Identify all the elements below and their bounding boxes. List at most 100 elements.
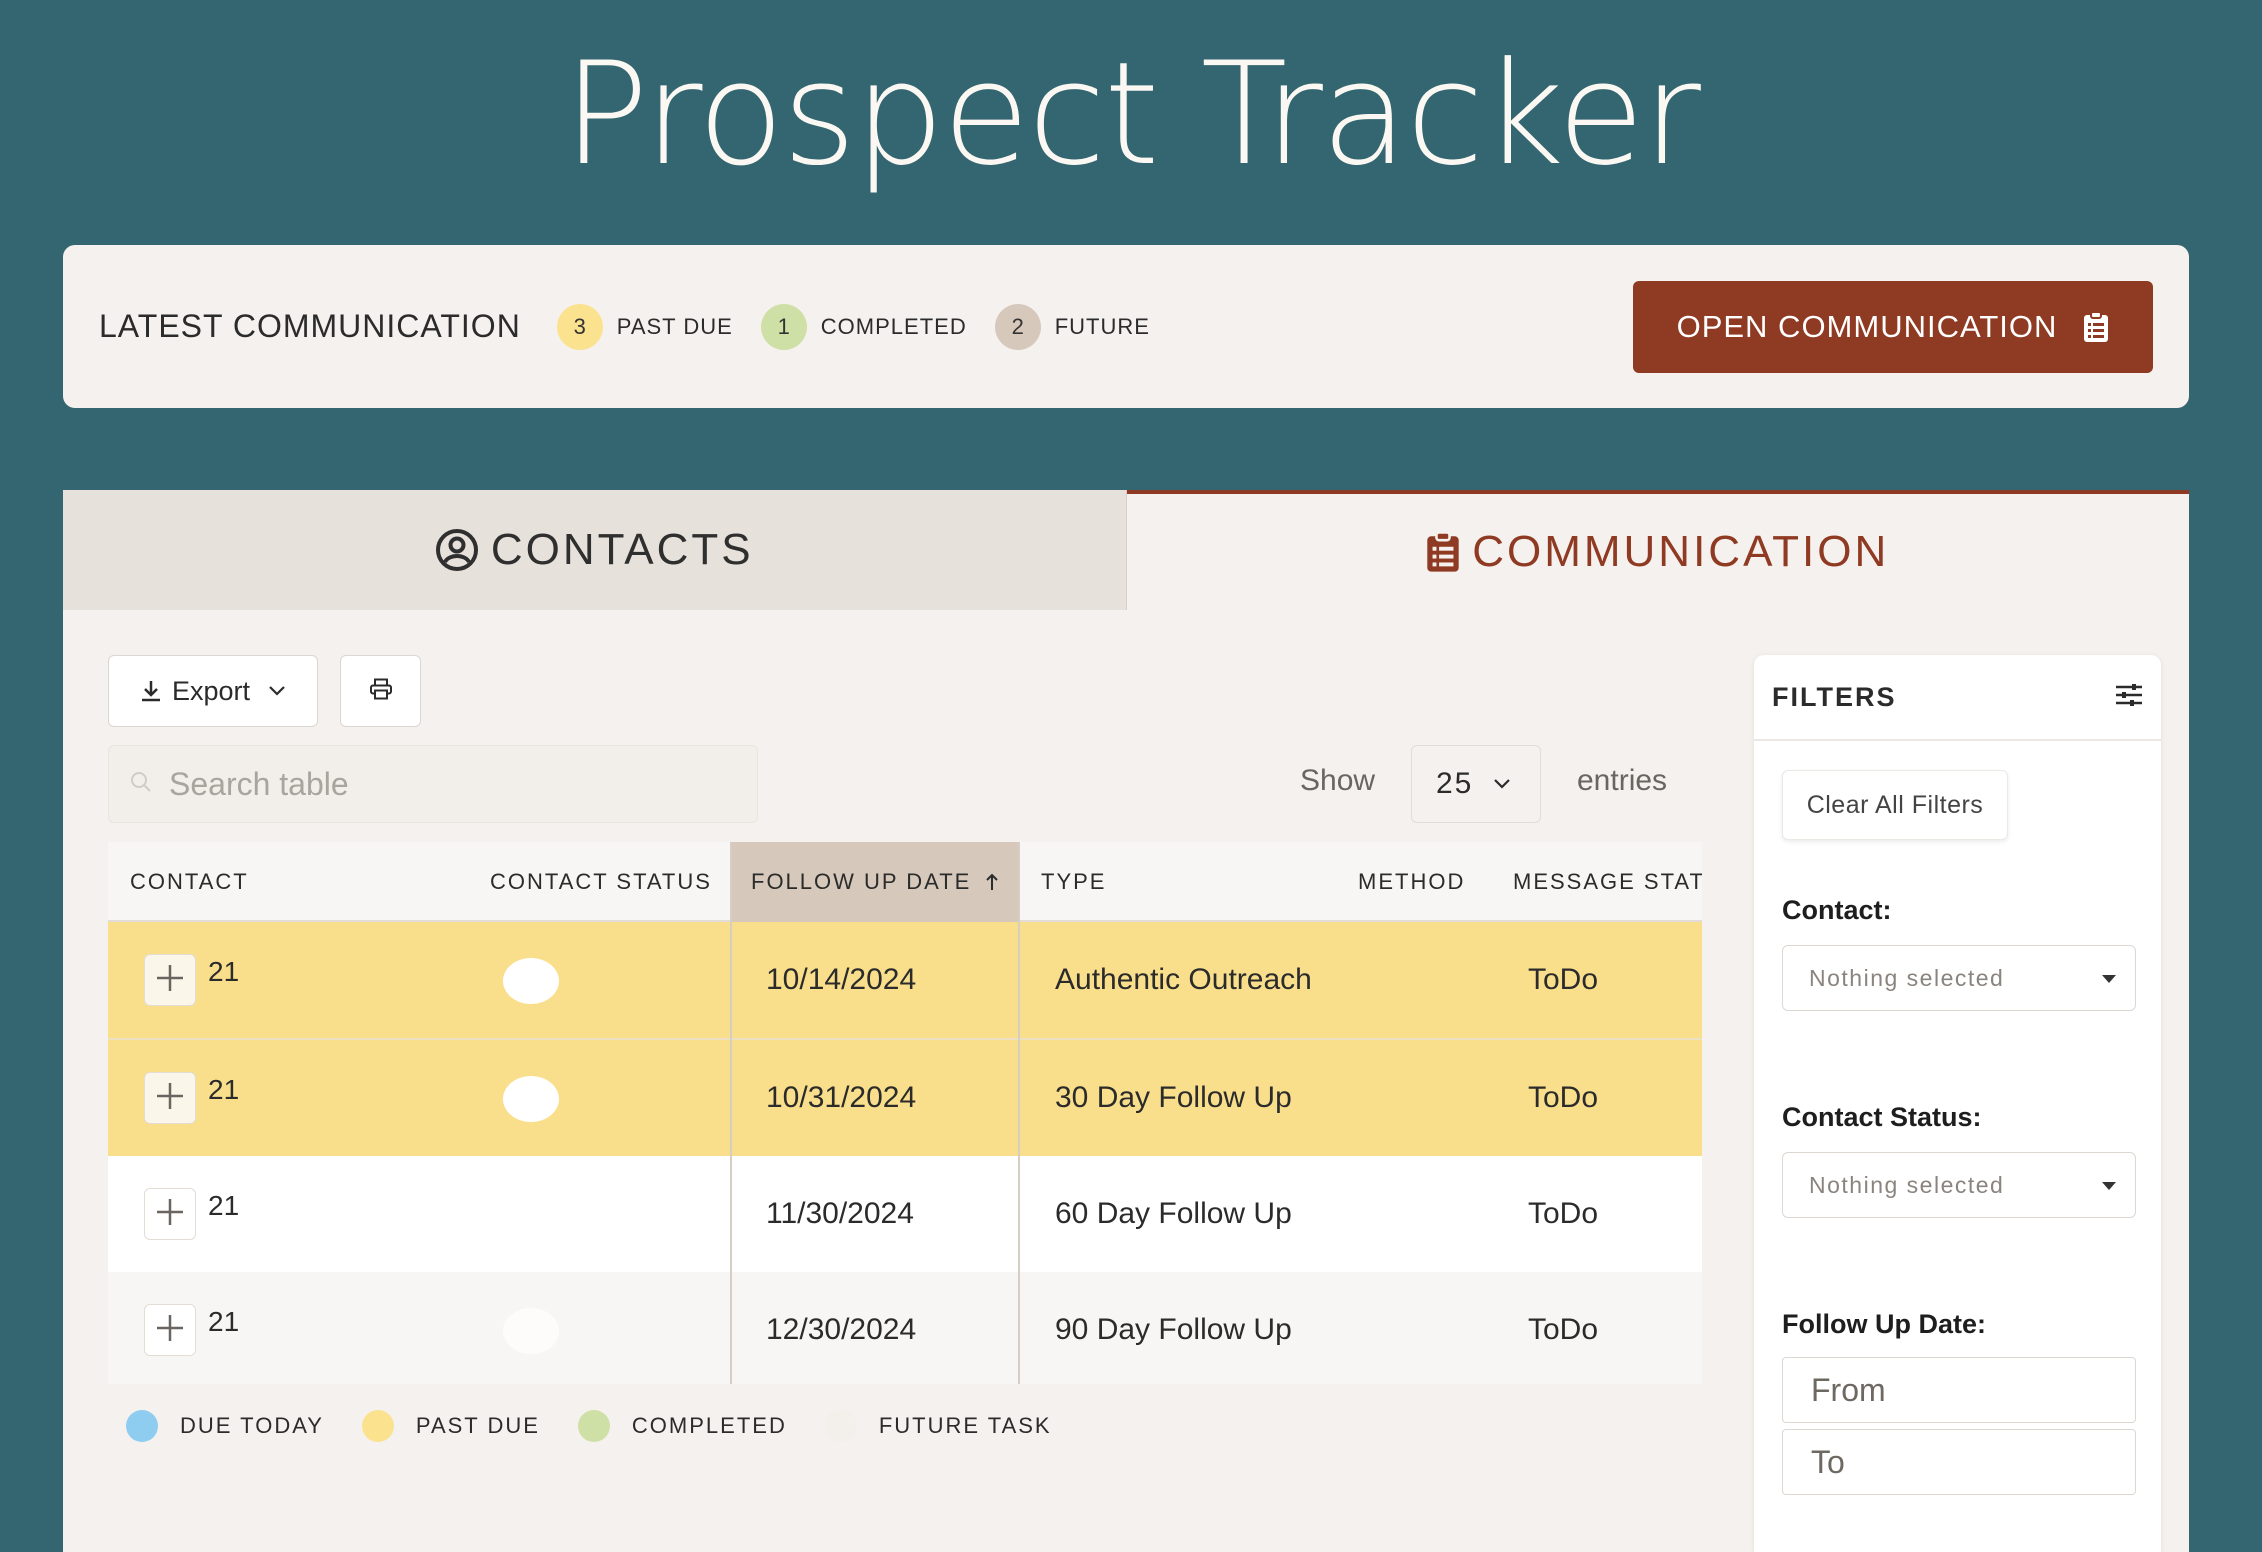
legend-label: DUE TODAY bbox=[180, 1413, 324, 1438]
open-communication-button[interactable]: OPEN COMMUNICATION bbox=[1633, 280, 2153, 373]
export-button[interactable]: Export bbox=[108, 655, 318, 727]
status-legend: DUE TODAY PAST DUE COMPLETED FUTURE TASK bbox=[126, 1410, 1090, 1442]
cell-message-status: ToDo bbox=[1528, 1313, 1599, 1346]
legend-item-due-today: DUE TODAY bbox=[126, 1410, 324, 1442]
tab-communication[interactable]: COMMUNICATION bbox=[1126, 490, 2189, 610]
legend-label: FUTURE TASK bbox=[878, 1413, 1052, 1438]
cell-message-status: ToDo bbox=[1528, 1081, 1599, 1114]
legend-item-past-due: PAST DUE bbox=[361, 1410, 540, 1442]
cell-type: 60 Day Follow Up bbox=[1055, 1197, 1292, 1230]
table-row[interactable]: 21 12/30/2024 90 Day Follow Up ToDo bbox=[108, 1272, 1702, 1384]
sorted-column-border-left bbox=[730, 842, 732, 1384]
future-label: FUTURE bbox=[1054, 313, 1150, 339]
latest-communication-bar: LATEST COMMUNICATION 3 PAST DUE 1 COMPLE… bbox=[63, 245, 2189, 408]
caret-down-icon bbox=[2101, 1181, 2117, 1191]
legend-item-completed: COMPLETED bbox=[577, 1410, 787, 1442]
sorted-column-border-right bbox=[1018, 842, 1020, 1384]
chevron-down-icon bbox=[268, 685, 286, 697]
column-header-contact[interactable]: CONTACT bbox=[130, 842, 249, 922]
past-due-chip[interactable]: 3 PAST DUE bbox=[556, 303, 733, 350]
table-row[interactable]: 21 11/30/2024 60 Day Follow Up ToDo bbox=[108, 1156, 1702, 1272]
expand-row-button[interactable] bbox=[144, 1072, 196, 1124]
communication-table: CONTACT CONTACT STATUS FOLLOW UP DATE TY… bbox=[108, 842, 1702, 1384]
contact-status-indicator bbox=[503, 958, 559, 1004]
future-chip[interactable]: 2 FUTURE bbox=[994, 303, 1150, 350]
follow-up-date-filter-label: Follow Up Date: bbox=[1782, 1309, 1986, 1339]
cell-follow-up-date: 10/14/2024 bbox=[766, 963, 917, 996]
legend-item-future-task: FUTURE TASK bbox=[824, 1410, 1052, 1442]
completed-label: COMPLETED bbox=[820, 313, 967, 339]
plus-icon bbox=[155, 963, 185, 998]
table-row[interactable]: 21 10/14/2024 Authentic Outreach ToDo bbox=[108, 922, 1702, 1038]
sort-ascending-icon bbox=[985, 872, 999, 892]
contact-status-indicator bbox=[503, 1076, 559, 1122]
entries-select[interactable]: 25 bbox=[1411, 745, 1541, 823]
open-communication-label: OPEN COMMUNICATION bbox=[1676, 308, 2058, 344]
legend-dot bbox=[361, 1410, 394, 1442]
cell-type: Authentic Outreach bbox=[1055, 963, 1312, 996]
column-header-follow-up-date-label: FOLLOW UP DATE bbox=[751, 869, 972, 894]
tab-bar: CONTACTS COMMUNICATION bbox=[63, 490, 2189, 610]
search-icon bbox=[129, 770, 153, 799]
caret-down-icon bbox=[2101, 974, 2117, 984]
clipboard-list-icon bbox=[2083, 310, 2109, 343]
date-to-input[interactable]: To bbox=[1782, 1429, 2136, 1495]
cell-contact: 21 bbox=[208, 956, 240, 987]
past-due-label: PAST DUE bbox=[616, 313, 733, 339]
contact-filter-label: Contact: bbox=[1782, 895, 1892, 925]
column-header-contact-status[interactable]: CONTACT STATUS bbox=[490, 842, 712, 922]
expand-row-button[interactable] bbox=[144, 954, 196, 1006]
latest-communication-label: LATEST COMMUNICATION bbox=[99, 308, 521, 344]
clear-all-filters-button[interactable]: Clear All Filters bbox=[1782, 770, 2008, 840]
app-title: Prospect Tracker bbox=[563, 32, 1701, 197]
contact-filter-select[interactable]: Nothing selected bbox=[1782, 945, 2136, 1011]
contact-status-indicator bbox=[503, 1308, 559, 1354]
cell-message-status: ToDo bbox=[1528, 963, 1599, 996]
contact-status-filter-value: Nothing selected bbox=[1809, 1171, 2005, 1198]
filters-header: FILTERS bbox=[1754, 655, 2161, 741]
column-header-message-status[interactable]: MESSAGE STATU bbox=[1513, 842, 1702, 922]
date-from-input[interactable]: From bbox=[1782, 1357, 2136, 1423]
plus-icon bbox=[155, 1081, 185, 1116]
cell-contact: 21 bbox=[208, 1306, 240, 1337]
column-header-follow-up-date[interactable]: FOLLOW UP DATE bbox=[731, 842, 1018, 922]
tab-contacts-label: CONTACTS bbox=[490, 525, 754, 574]
table-row[interactable]: 21 10/31/2024 30 Day Follow Up ToDo bbox=[108, 1040, 1702, 1156]
expand-row-button[interactable] bbox=[144, 1188, 196, 1240]
legend-dot bbox=[577, 1410, 610, 1442]
app-page: Prospect Tracker LATEST COMMUNICATION 3 … bbox=[0, 0, 2262, 1552]
download-icon bbox=[140, 679, 162, 703]
legend-label: COMPLETED bbox=[631, 1413, 787, 1438]
cell-contact: 21 bbox=[208, 1190, 240, 1221]
entries-value: 25 bbox=[1436, 767, 1474, 800]
future-count: 2 bbox=[994, 303, 1041, 350]
legend-dot bbox=[126, 1410, 158, 1442]
cell-follow-up-date: 11/30/2024 bbox=[766, 1197, 914, 1230]
show-label: Show bbox=[1300, 764, 1376, 797]
chevron-down-icon bbox=[1493, 778, 1511, 790]
export-label: Export bbox=[171, 675, 251, 706]
cell-type: 90 Day Follow Up bbox=[1055, 1313, 1292, 1346]
sliders-icon[interactable] bbox=[2115, 682, 2143, 713]
column-header-type[interactable]: TYPE bbox=[1041, 842, 1106, 922]
entries-label: entries bbox=[1577, 764, 1668, 797]
contact-status-filter-select[interactable]: Nothing selected bbox=[1782, 1152, 2136, 1218]
tab-communication-label: COMMUNICATION bbox=[1472, 527, 1890, 576]
clipboard-list-icon bbox=[1426, 531, 1460, 573]
legend-label: PAST DUE bbox=[415, 1413, 540, 1438]
table-header: CONTACT CONTACT STATUS FOLLOW UP DATE TY… bbox=[108, 842, 1702, 922]
column-header-method[interactable]: METHOD bbox=[1358, 842, 1465, 922]
tab-contacts[interactable]: CONTACTS bbox=[63, 490, 1127, 610]
cell-contact: 21 bbox=[208, 1074, 240, 1105]
expand-row-button[interactable] bbox=[144, 1304, 196, 1356]
completed-chip[interactable]: 1 COMPLETED bbox=[760, 303, 967, 350]
search-input[interactable] bbox=[169, 765, 729, 803]
search-field[interactable] bbox=[108, 745, 758, 823]
main-panel: CONTACTS COMMUNICATION Export Search tab… bbox=[63, 490, 2189, 1552]
print-button[interactable] bbox=[340, 655, 421, 727]
cell-follow-up-date: 12/30/2024 bbox=[766, 1313, 917, 1346]
contact-filter-value: Nothing selected bbox=[1809, 964, 2005, 991]
filters-panel: FILTERS Clear All Filters Contact: Nothi… bbox=[1754, 655, 2161, 1552]
cell-type: 30 Day Follow Up bbox=[1055, 1081, 1292, 1114]
plus-icon bbox=[155, 1313, 185, 1348]
